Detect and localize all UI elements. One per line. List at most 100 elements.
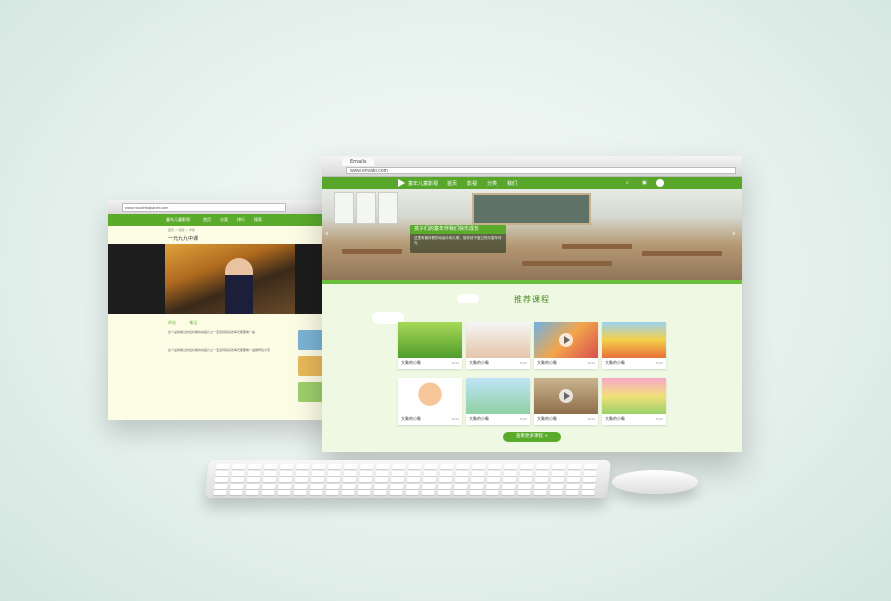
front-brand[interactable]: 童年儿童影视 [408, 180, 438, 187]
avatar[interactable] [656, 179, 664, 187]
front-address-bar[interactable]: www.envato.com [346, 167, 736, 174]
hero-caption-card[interactable]: 孩子们的童年伴我们快乐成长 这里有最好看的动画片和儿歌，陪伴孩子度过快乐童年时光 [410, 225, 506, 253]
nav-item-home[interactable]: 首页 [447, 180, 457, 187]
keyboard-key [216, 464, 230, 469]
back-nav-item[interactable]: 搜索 [254, 217, 262, 223]
keyboard-key [232, 464, 246, 469]
play-icon[interactable] [559, 333, 573, 347]
keyboard-key [277, 490, 291, 495]
keyboard-key [328, 464, 342, 469]
keyboard-key [518, 483, 532, 489]
chevron-left-icon[interactable]: ‹ [325, 229, 329, 239]
keyboard-key [566, 483, 580, 489]
keyboard-key [502, 477, 517, 482]
course-plays: 3245 [451, 417, 459, 421]
hero-card-body: 这里有最好看的动画片和儿歌，陪伴孩子度过快乐童年时光 [414, 236, 502, 245]
back-breadcrumb: 首页 > 视频 > 详情 [168, 228, 195, 232]
course-card[interactable]: 大象的小象 3245 [398, 378, 462, 425]
keyboard-key [487, 470, 501, 476]
keyboard-key [535, 470, 549, 476]
chevron-right-icon[interactable]: › [732, 229, 736, 239]
play-icon[interactable] [559, 389, 573, 403]
keyboard-key [215, 470, 229, 476]
desk [522, 261, 612, 266]
chalkboard [472, 193, 591, 225]
keyboard-key [325, 490, 339, 495]
keyboard-key [360, 464, 374, 469]
back-nav-item[interactable]: 分类 [220, 217, 228, 223]
course-name: 大象的小象 [401, 416, 421, 421]
keyboard-key [550, 483, 564, 489]
course-thumb [602, 378, 666, 414]
back-video-title: 一元九九中课 [168, 236, 199, 242]
keyboard-key [439, 470, 453, 476]
search-icon[interactable]: ⌕ [626, 180, 629, 186]
back-nav-item[interactable]: 排行 [237, 217, 245, 223]
keyboard-key [391, 470, 405, 476]
keyboard-key [454, 477, 469, 482]
keyboard-key [230, 477, 245, 482]
keyboard-key [503, 470, 517, 476]
keyboard-key [312, 464, 326, 469]
nav-item-videos[interactable]: 影视 [467, 180, 477, 187]
history-icon[interactable]: ▣ [642, 180, 647, 186]
back-browser-window: www.mouthfulpanel.com 童年儿童影视 首页 分类 排行 搜索… [108, 200, 333, 420]
keyboard-key [454, 483, 468, 489]
keyboard-key [344, 464, 358, 469]
nav-item-categories[interactable]: 分类 [487, 180, 497, 187]
keyboard-key [406, 483, 420, 489]
back-nav-item[interactable]: 首页 [203, 217, 211, 223]
keyboard-key [374, 477, 389, 482]
course-card[interactable]: 大象的小象 3245 [602, 322, 666, 369]
keyboard-key [551, 470, 565, 476]
keyboard-key [311, 470, 325, 476]
keyboard-key [214, 483, 228, 489]
course-name: 大象的小象 [605, 360, 625, 365]
keyboard-key [280, 464, 294, 469]
keyboard-key [470, 477, 485, 482]
course-card[interactable]: 大象的小象 3245 [534, 322, 598, 369]
keyboard-key [214, 477, 229, 482]
comment-item: 这个是我看过的最好看的动画片之一宝宝特别喜欢每天都要看一遍推荐给大家 [168, 348, 271, 352]
course-card[interactable]: 大象的小象 3245 [466, 322, 530, 369]
course-card[interactable]: 大象的小象 3245 [466, 378, 530, 425]
keyboard-key [501, 490, 515, 495]
keyboard-key [408, 464, 422, 469]
logo-play-icon[interactable] [398, 179, 405, 187]
course-name: 大象的小象 [537, 416, 557, 421]
view-more-button[interactable]: 查看更多课程 > [503, 432, 561, 442]
keyboard-key [581, 490, 595, 495]
keyboard-key [390, 483, 404, 489]
back-address-bar[interactable]: www.mouthfulpanel.com [122, 203, 286, 212]
course-card[interactable]: 大象的小象 3245 [398, 322, 462, 369]
course-thumb [534, 322, 598, 358]
video-frame[interactable] [165, 244, 295, 314]
keyboard-key [264, 464, 278, 469]
keyboard-key [392, 464, 406, 469]
browser-tab[interactable]: Emails [342, 158, 375, 166]
back-nav-bar: 童年儿童影视 首页 分类 排行 搜索 [108, 214, 333, 226]
keyboard-key [309, 490, 323, 495]
course-name: 大象的小象 [469, 360, 489, 365]
nav-item-about[interactable]: 我们 [507, 180, 517, 187]
keyboard-key [469, 490, 483, 495]
course-plays: 3245 [451, 361, 459, 365]
keyboard-key [341, 490, 355, 495]
keyboard-key [423, 470, 437, 476]
keyboard-key [470, 483, 484, 489]
keyboard-key [375, 470, 389, 476]
presenter-image [225, 258, 253, 314]
classroom-window [356, 192, 376, 224]
course-name: 大象的小象 [401, 360, 421, 365]
course-plays: 3245 [655, 417, 663, 421]
tab-notes[interactable]: 笔记 [189, 320, 197, 325]
keyboard-key [567, 470, 581, 476]
video-player[interactable] [108, 244, 333, 314]
tab-comments[interactable]: 评论 [168, 320, 176, 325]
section-title: 推荐课程 [514, 295, 550, 304]
keyboard-key [438, 483, 452, 489]
course-card[interactable]: 大象的小象 3245 [602, 378, 666, 425]
back-brand[interactable]: 童年儿童影视 [166, 217, 190, 223]
course-card[interactable]: 大象的小象 3245 [534, 378, 598, 425]
keyboard-key [245, 490, 259, 495]
